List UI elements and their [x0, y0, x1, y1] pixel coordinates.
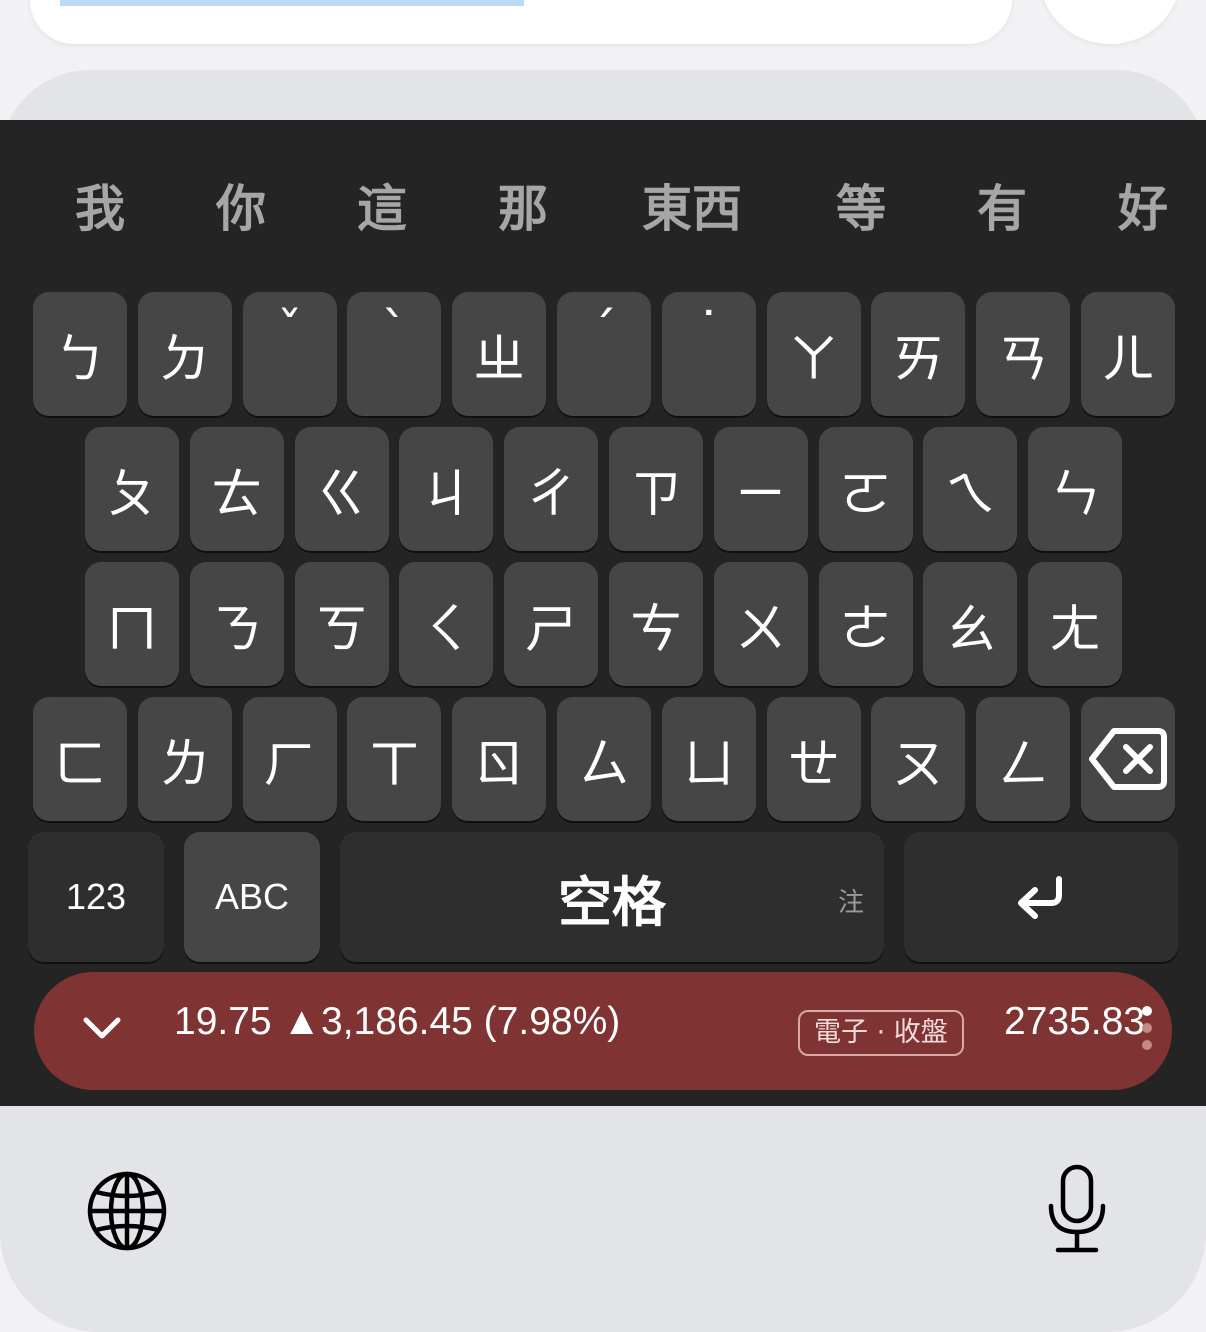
key[interactable]: ㄣ: [1028, 427, 1123, 551]
numbers-key-label: 123: [65, 876, 127, 917]
key[interactable]: ㄤ: [1028, 562, 1123, 686]
zhuyin-keyboard: 我 你 這 那 東西 等 有 好 ㄅㄉ ˇ ˋ ㄓ ˊ ˙ ㄚㄞㄢㄦㄆㄊㄍㄐㄔㄗㄧㄛㄟㄣㄇㄋㄎㄑㄕㄘㄨㄜㄠ…: [0, 120, 1206, 1106]
key[interactable]: ㄘ: [609, 562, 703, 686]
key[interactable]: ㄨ: [713, 562, 808, 686]
key[interactable]: ˊ: [557, 292, 651, 416]
key[interactable]: ㄜ: [818, 562, 913, 686]
text-selection-highlight: [60, 0, 524, 6]
numbers-key[interactable]: 123: [28, 832, 164, 962]
round-button[interactable]: [1040, 0, 1180, 44]
return-key[interactable]: [904, 832, 1178, 962]
key[interactable]: ㄢ: [976, 292, 1071, 416]
globe-icon[interactable]: [86, 1170, 168, 1252]
key[interactable]: ㄑ: [399, 562, 494, 686]
key[interactable]: ㄙ: [557, 697, 651, 821]
key[interactable]: ㄥ: [976, 697, 1071, 821]
key[interactable]: ㄏ: [242, 697, 337, 821]
microphone-icon[interactable]: [1046, 1164, 1108, 1254]
key[interactable]: ㄧ: [713, 427, 808, 551]
key[interactable]: ㄍ: [294, 427, 389, 551]
key[interactable]: ㄝ: [766, 697, 861, 821]
key[interactable]: ㄩ: [661, 697, 756, 821]
stock-ticker-banner[interactable]: 19.75 ▲3,186.45 (7.98%) 電子 · 收盤 2735.83: [34, 972, 1172, 1090]
candidate-word[interactable]: 我: [75, 174, 125, 244]
candidate-bar: 我 你 這 那 東西 等 有 好: [0, 120, 1206, 292]
text-input-field[interactable]: [30, 0, 1012, 44]
key[interactable]: ˇ: [242, 292, 337, 416]
space-key-label: 空格: [558, 870, 666, 934]
ticker-index-value: 2735.83: [1004, 1000, 1145, 1043]
key[interactable]: ㄔ: [504, 427, 599, 551]
key[interactable]: ㄕ: [504, 562, 599, 686]
chevron-down-icon[interactable]: [82, 1008, 122, 1048]
key[interactable]: ㄖ: [452, 697, 547, 821]
key[interactable]: ㄠ: [923, 562, 1018, 686]
key[interactable]: ㄇ: [85, 562, 179, 686]
ticker-price-change: 19.75 ▲3,186.45 (7.98%): [174, 1000, 621, 1043]
key[interactable]: ㄦ: [1081, 292, 1175, 416]
key[interactable]: ㄌ: [137, 697, 232, 821]
abc-key[interactable]: ABC: [184, 832, 320, 962]
key[interactable]: ㄅ: [33, 292, 127, 416]
key[interactable]: ㄈ: [33, 697, 127, 821]
candidate-word[interactable]: 好: [1118, 174, 1168, 244]
key[interactable]: ㄚ: [766, 292, 861, 416]
key[interactable]: ㄞ: [871, 292, 966, 416]
key[interactable]: ㄎ: [294, 562, 389, 686]
candidate-word[interactable]: 那: [498, 174, 548, 244]
key[interactable]: ㄟ: [923, 427, 1018, 551]
ticker-sector-badge: 電子 · 收盤: [798, 1010, 964, 1056]
candidate-word[interactable]: 等: [836, 174, 886, 244]
key[interactable]: ˋ: [347, 292, 442, 416]
space-key[interactable]: 空格 注: [340, 832, 884, 962]
delete-backward-icon: [1089, 728, 1167, 790]
key[interactable]: ㄆ: [85, 427, 179, 551]
key[interactable]: ˙: [661, 292, 756, 416]
key[interactable]: ㄋ: [189, 562, 284, 686]
key[interactable]: ㄗ: [609, 427, 703, 551]
more-options-icon[interactable]: [1142, 1006, 1154, 1058]
key[interactable]: ㄛ: [818, 427, 913, 551]
key[interactable]: ㄓ: [452, 292, 547, 416]
candidate-word[interactable]: 有: [977, 174, 1027, 244]
key[interactable]: ㄐ: [399, 427, 494, 551]
candidate-word[interactable]: 你: [216, 174, 266, 244]
key[interactable]: ㄉ: [137, 292, 232, 416]
candidate-word[interactable]: 東西: [642, 174, 742, 244]
key[interactable]: ㄡ: [871, 697, 966, 821]
key[interactable]: ㄒ: [347, 697, 442, 821]
key[interactable]: ㄊ: [189, 427, 284, 551]
space-key-sublabel: 注: [837, 888, 864, 918]
return-icon: [1018, 876, 1062, 919]
candidate-word[interactable]: 這: [357, 174, 407, 244]
delete-key[interactable]: [1081, 697, 1175, 821]
abc-key-label: ABC: [214, 876, 290, 917]
